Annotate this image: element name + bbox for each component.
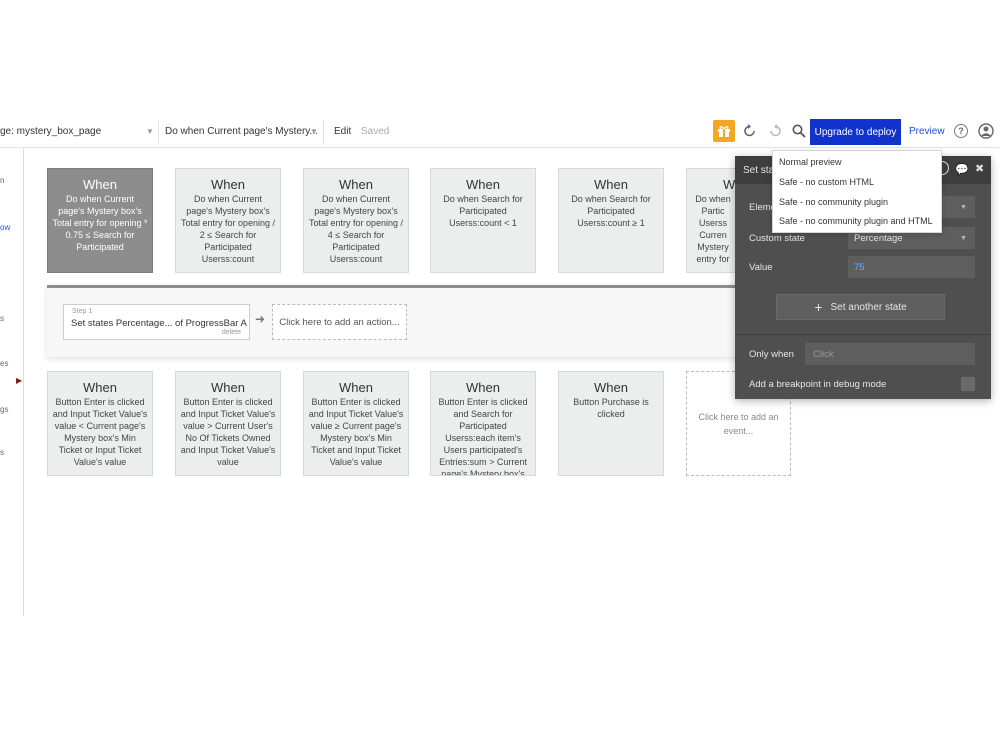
event-condition: Do when Current page's Mystery box's Tot… (308, 194, 404, 264)
custom-state-chevron-icon[interactable]: ▼ (960, 235, 967, 242)
event-when-label: When (594, 380, 628, 395)
menu-item-safe-no-community-plugin[interactable]: Safe - no community plugin (779, 197, 888, 207)
delete-step-link[interactable]: delete (222, 329, 241, 336)
event-condition: Do when Partic Userss Curren Mystery ent… (695, 194, 731, 264)
workflow-actions-band: Step 1 Set states Percentage... of Progr… (47, 285, 767, 357)
event-condition: Button Purchase is clicked (573, 397, 649, 419)
page-selector[interactable]: ge: mystery_box_page (0, 126, 101, 137)
event-condition: Button Enter is clicked and Input Ticket… (308, 397, 404, 467)
page-selector-chevron-icon[interactable]: ▼ (146, 127, 154, 136)
event-card-7[interactable]: When Button Enter is clicked and Input T… (47, 371, 153, 476)
panel-divider (735, 334, 991, 335)
event-condition: Do when Current page's Mystery box's Tot… (52, 194, 148, 252)
event-when-label: When (339, 177, 373, 192)
value-input[interactable]: 75 (848, 256, 975, 278)
preview-button[interactable]: Preview (909, 126, 945, 137)
workflow-selector-chevron-icon[interactable]: ▼ (310, 127, 318, 136)
action-step-1[interactable]: Step 1 Set states Percentage... of Progr… (63, 304, 250, 340)
workflow-selector[interactable]: Do when Current page's Mystery... (165, 126, 318, 137)
event-when-label: When (83, 380, 117, 395)
element-select-chevron-icon[interactable]: ▼ (960, 204, 967, 211)
event-card-1[interactable]: When Do when Current page's Mystery box'… (47, 168, 153, 273)
event-card-9[interactable]: When Button Enter is clicked and Input T… (303, 371, 409, 476)
user-avatar-icon[interactable] (978, 123, 994, 139)
edit-menu[interactable]: Edit (334, 126, 351, 137)
help-icon[interactable]: ? (954, 124, 968, 138)
event-when-label: When (211, 380, 245, 395)
redo-icon[interactable] (767, 123, 783, 139)
only-when-input[interactable]: Click (805, 343, 975, 365)
sidebar-item-6[interactable]: s (0, 448, 12, 457)
event-condition: Button Enter is clicked and Input Ticket… (52, 397, 148, 467)
menu-item-safe-no-plugin-and-html[interactable]: Safe - no community plugin and HTML (779, 216, 933, 226)
sidebar-item-4[interactable]: es (0, 359, 12, 368)
event-when-label: When (594, 177, 628, 192)
event-card-3[interactable]: When Do when Current page's Mystery box'… (303, 168, 409, 273)
event-when-label: When (211, 177, 245, 192)
sidebar-item-3[interactable]: s (0, 314, 12, 323)
arrow-right-icon: ➜ (255, 312, 266, 326)
menu-item-normal-preview[interactable]: Normal preview (779, 157, 842, 167)
breakpoint-label: Add a breakpoint in debug mode (749, 379, 887, 390)
sidebar-expand-caret-icon[interactable]: ▶ (16, 376, 22, 385)
event-when-label: When (466, 380, 500, 395)
event-when-label: When (466, 177, 500, 192)
value-label: Value (749, 262, 773, 273)
menu-item-safe-no-custom-html[interactable]: Safe - no custom HTML (779, 177, 874, 187)
set-another-state-button[interactable]: + Set another state (776, 294, 945, 320)
saved-status: Saved (361, 126, 390, 137)
gift-icon[interactable] (713, 120, 735, 142)
toolbar-divider (158, 120, 159, 144)
event-condition: Button Enter is clicked and Search for P… (438, 397, 528, 476)
plus-icon: + (814, 299, 823, 315)
sidebar-item-1[interactable]: n (0, 176, 12, 185)
set-another-state-label: Set another state (830, 301, 907, 313)
event-when-label: When (83, 177, 117, 192)
sidebar-item-5[interactable]: gs (0, 405, 12, 414)
search-icon[interactable] (791, 123, 807, 139)
event-condition: Do when Search for Participated Userss:c… (571, 194, 651, 228)
event-condition: Do when Current page's Mystery box's Tot… (180, 194, 276, 264)
event-card-5[interactable]: When Do when Search for Participated Use… (558, 168, 664, 273)
event-card-8[interactable]: When Button Enter is clicked and Input T… (175, 371, 281, 476)
event-card-2[interactable]: When Do when Current page's Mystery box'… (175, 168, 281, 273)
step-description: Set states Percentage... of ProgressBar … (71, 318, 247, 329)
custom-state-label: Custom state (749, 233, 805, 244)
undo-icon[interactable] (742, 123, 758, 139)
sidebar-item-2[interactable]: ow (0, 223, 12, 232)
left-sidebar: n ow s es ▶ gs s (0, 148, 24, 616)
panel-title: Set sta (743, 165, 775, 176)
comment-icon[interactable]: 💬 (955, 163, 969, 176)
toolbar-divider (323, 120, 324, 144)
add-action-button[interactable]: Click here to add an action... (272, 304, 407, 340)
event-card-10[interactable]: When Button Enter is clicked and Search … (430, 371, 536, 476)
only-when-label: Only when (749, 349, 794, 360)
event-card-11[interactable]: When Button Purchase is clicked (558, 371, 664, 476)
event-when-label: When (339, 380, 373, 395)
close-icon[interactable]: ✖ (975, 162, 984, 175)
event-card-4[interactable]: When Do when Search for Participated Use… (430, 168, 536, 273)
breakpoint-checkbox[interactable] (961, 377, 975, 391)
event-condition: Button Enter is clicked and Input Ticket… (180, 397, 276, 467)
top-toolbar: ge: mystery_box_page ▼ Do when Current p… (0, 116, 1000, 148)
step-number: Step 1 (72, 308, 93, 315)
event-condition: Do when Search for Participated Userss:c… (443, 194, 523, 228)
upgrade-to-deploy-button[interactable]: Upgrade to deploy (810, 119, 901, 145)
preview-dropdown-menu: Normal preview Safe - no custom HTML Saf… (772, 150, 942, 233)
